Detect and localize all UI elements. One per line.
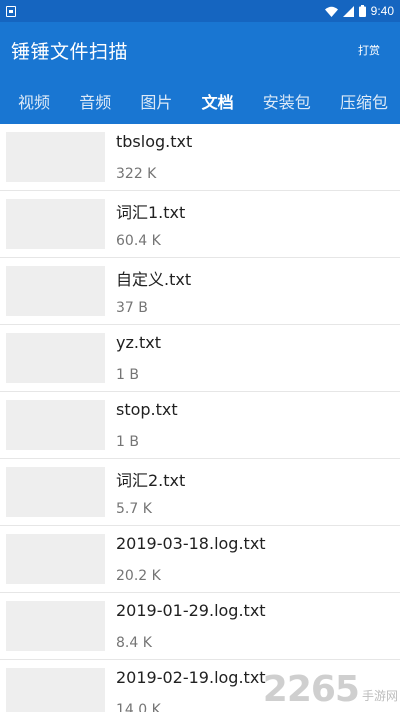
- file-size: 322 K: [116, 166, 157, 182]
- reward-button[interactable]: 打赏: [350, 36, 388, 64]
- file-thumbnail: [6, 534, 105, 584]
- battery-icon: [358, 5, 366, 17]
- file-name: tbslog.txt: [116, 132, 193, 151]
- file-row[interactable]: yz.txt 1 B: [0, 325, 400, 392]
- file-row[interactable]: 2019-03-18.log.txt 20.2 K: [0, 526, 400, 593]
- file-size: 1 B: [116, 367, 139, 383]
- file-row[interactable]: stop.txt 1 B: [0, 392, 400, 459]
- file-name: yz.txt: [116, 333, 161, 352]
- file-thumbnail: [6, 333, 105, 383]
- signal-icon: [342, 5, 354, 17]
- tab-apk-packages[interactable]: 安装包: [263, 89, 311, 113]
- status-right: 9:40: [324, 4, 394, 18]
- file-name: 2019-02-19.log.txt: [116, 668, 266, 687]
- file-row[interactable]: 自定义.txt 37 B: [0, 258, 400, 325]
- app-bar: 锤锤文件扫描 打赏: [0, 22, 400, 78]
- status-time: 9:40: [370, 4, 394, 18]
- file-name: 2019-01-29.log.txt: [116, 601, 266, 620]
- sim-card-icon: [6, 5, 16, 17]
- tab-video[interactable]: 视频: [18, 89, 50, 113]
- status-left: [6, 5, 16, 17]
- file-thumbnail: [6, 601, 105, 651]
- status-bar: 9:40: [0, 0, 400, 22]
- file-row[interactable]: tbslog.txt 322 K: [0, 124, 400, 191]
- file-size: 8.4 K: [116, 635, 152, 651]
- file-name: stop.txt: [116, 400, 178, 419]
- file-name: 词汇1.txt: [116, 203, 186, 222]
- file-thumbnail: [6, 668, 105, 712]
- file-row[interactable]: 2019-01-29.log.txt 8.4 K: [0, 593, 400, 660]
- file-row[interactable]: 词汇1.txt 60.4 K: [0, 191, 400, 258]
- file-list: tbslog.txt 322 K 词汇1.txt 60.4 K 自定义.txt …: [0, 124, 400, 712]
- tab-images[interactable]: 图片: [140, 89, 172, 113]
- file-row[interactable]: 词汇2.txt 5.7 K: [0, 459, 400, 526]
- file-thumbnail: [6, 132, 105, 182]
- file-thumbnail: [6, 467, 105, 517]
- tab-audio[interactable]: 音频: [79, 89, 111, 113]
- app-title: 锤锤文件扫描: [11, 40, 129, 63]
- file-thumbnail: [6, 266, 105, 316]
- file-name: 自定义.txt: [116, 270, 192, 289]
- file-size: 37 B: [116, 300, 148, 316]
- file-size: 60.4 K: [116, 233, 161, 249]
- tab-bar: 视频 音频 图片 文档 安装包 压缩包: [0, 78, 400, 124]
- tab-archives[interactable]: 压缩包: [340, 89, 388, 113]
- file-thumbnail: [6, 400, 105, 450]
- file-name: 2019-03-18.log.txt: [116, 534, 266, 553]
- tab-documents[interactable]: 文档: [202, 89, 234, 113]
- file-name: 词汇2.txt: [116, 471, 186, 490]
- file-size: 1 B: [116, 434, 139, 450]
- wifi-icon: [324, 6, 338, 17]
- file-size: 20.2 K: [116, 568, 161, 584]
- file-row[interactable]: 2019-02-19.log.txt 14.0 K: [0, 660, 400, 712]
- file-size: 14.0 K: [116, 702, 161, 712]
- file-size: 5.7 K: [116, 501, 152, 517]
- file-thumbnail: [6, 199, 105, 249]
